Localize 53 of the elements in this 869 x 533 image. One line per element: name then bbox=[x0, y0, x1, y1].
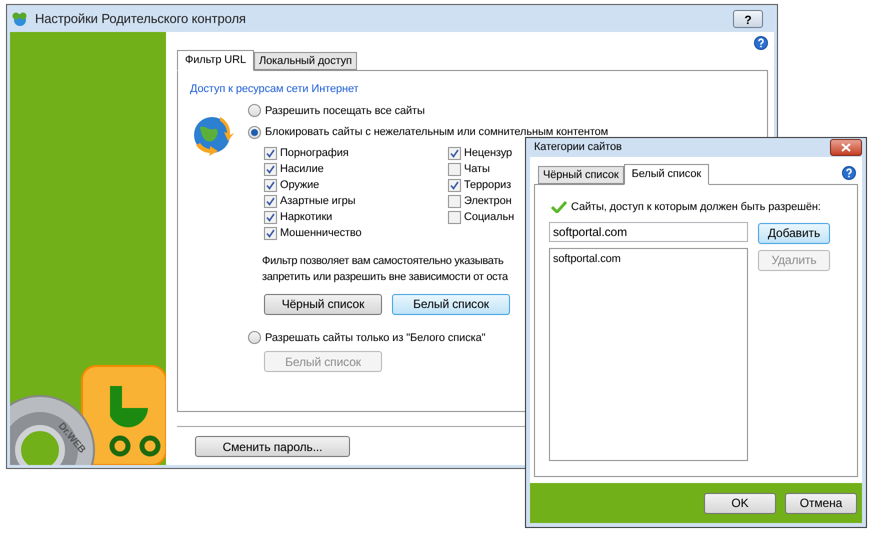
close-icon bbox=[841, 143, 851, 152]
checkbox[interactable] bbox=[448, 179, 461, 192]
help-icon[interactable] bbox=[754, 36, 768, 50]
push-button[interactable]: Сменить пароль... bbox=[195, 436, 350, 457]
checkbox-label: Социальн bbox=[464, 210, 514, 226]
checkbox[interactable] bbox=[448, 163, 461, 176]
checkbox[interactable] bbox=[264, 227, 277, 240]
site-input-field[interactable]: softportal.com bbox=[549, 222, 748, 242]
checkbox[interactable] bbox=[448, 147, 461, 160]
help-icon[interactable] bbox=[842, 166, 856, 180]
checkbox-label: Мошенничество bbox=[280, 226, 362, 242]
checkbox-label: Насилие bbox=[280, 162, 324, 178]
radio-label: Блокировать сайты с нежелательным или сомнительным контентом bbox=[265, 125, 608, 140]
tab[interactable]: Фильтр URL bbox=[177, 50, 254, 71]
checkbox-label: Электрон bbox=[464, 194, 512, 210]
push-button[interactable]: Белый список bbox=[392, 294, 510, 314]
section-title: Доступ к ресурсам сети Интернет bbox=[190, 82, 360, 97]
checkbox[interactable] bbox=[264, 147, 277, 160]
window-title: Настройки Родительского контроля bbox=[35, 10, 247, 28]
radio-label: Разрешить посещать все сайты bbox=[265, 104, 425, 118]
checkbox-label: Порнография bbox=[280, 146, 349, 162]
list-item[interactable]: softportal.com bbox=[553, 250, 744, 267]
push-button[interactable]: OK bbox=[704, 492, 776, 514]
checkmark-icon bbox=[551, 201, 567, 214]
radio-button[interactable] bbox=[248, 104, 261, 118]
push-button[interactable]: Чёрный список bbox=[264, 294, 382, 314]
checkbox-label: Террориз bbox=[464, 178, 512, 194]
tab[interactable]: Белый список bbox=[624, 164, 710, 185]
close-button[interactable] bbox=[830, 139, 862, 156]
checkbox[interactable] bbox=[264, 163, 277, 176]
list-label: Сайты, доступ к которым должен быть разрешён: bbox=[571, 200, 821, 215]
checkbox[interactable] bbox=[264, 179, 277, 192]
checkbox-label: Азартные игры bbox=[280, 194, 356, 210]
checkbox[interactable] bbox=[448, 211, 461, 224]
radio-button[interactable] bbox=[248, 331, 261, 344]
checkbox[interactable] bbox=[264, 211, 277, 224]
help-button[interactable]: ? bbox=[733, 10, 763, 28]
checkbox-label: Оружие bbox=[280, 178, 320, 194]
tab[interactable]: Локальный доступ bbox=[254, 52, 357, 70]
filter-note: запретить или разрешить вне зависимости от оста bbox=[262, 270, 508, 284]
checkbox-label: Чаты bbox=[464, 162, 490, 178]
push-button[interactable]: Добавить bbox=[758, 222, 830, 244]
checkbox-label: Наркотики bbox=[280, 210, 332, 226]
dialog-title: Категории сайтов bbox=[534, 140, 623, 156]
checkbox[interactable] bbox=[448, 195, 461, 208]
checkbox-label: Нецензур bbox=[464, 146, 512, 162]
radio-button[interactable] bbox=[248, 126, 261, 139]
push-button[interactable]: Отмена bbox=[785, 492, 857, 514]
checkbox[interactable] bbox=[264, 195, 277, 208]
filter-note: Фильтр позволяет вам самостоятельно указывать bbox=[262, 254, 504, 268]
app-icon bbox=[11, 10, 29, 26]
tab[interactable]: Чёрный список bbox=[538, 166, 624, 184]
radio-label: Разрешать сайты только из "Белого списка" bbox=[265, 330, 486, 346]
